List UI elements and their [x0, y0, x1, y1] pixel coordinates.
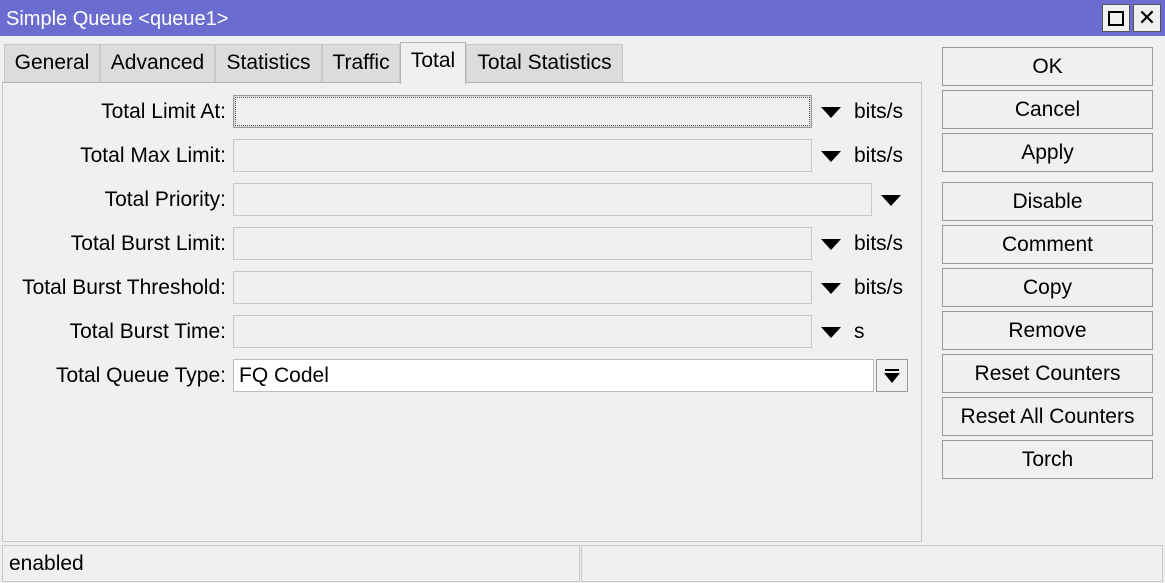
burst-limit-unit: bits/s [854, 232, 904, 255]
max-limit-unit: bits/s [854, 144, 904, 167]
copy-button[interactable]: Copy [942, 268, 1153, 307]
burst-time-input[interactable] [233, 315, 812, 348]
burst-limit-input[interactable] [233, 227, 812, 260]
remove-button[interactable]: Remove [942, 311, 1153, 350]
tab-total[interactable]: Total [400, 42, 466, 84]
tab-total-statistics[interactable]: Total Statistics [466, 44, 623, 82]
reset-counters-button[interactable]: Reset Counters [942, 354, 1153, 393]
limit-at-label: Total Limit At: [101, 100, 226, 123]
apply-button[interactable]: Apply [942, 133, 1153, 172]
disable-button[interactable]: Disable [942, 182, 1153, 221]
burst-time-label: Total Burst Time: [69, 320, 226, 343]
priority-input[interactable] [233, 183, 872, 216]
priority-dropdown-icon[interactable] [881, 195, 901, 206]
limit-at-dropdown-icon[interactable] [821, 107, 841, 118]
burst-limit-dropdown-icon[interactable] [821, 239, 841, 250]
status-state: enabled [2, 545, 580, 582]
comment-button[interactable]: Comment [942, 225, 1153, 264]
tab-traffic[interactable]: Traffic [322, 44, 400, 82]
burst-threshold-input[interactable] [233, 271, 812, 304]
queue-type-label: Total Queue Type: [55, 364, 226, 387]
cancel-button[interactable]: Cancel [942, 90, 1153, 129]
max-limit-input[interactable] [233, 139, 812, 172]
queue-type-select-button[interactable] [876, 359, 908, 392]
status-extra [581, 545, 1163, 582]
burst-threshold-unit: bits/s [854, 276, 904, 299]
burst-threshold-label: Total Burst Threshold: [22, 276, 226, 299]
burst-threshold-dropdown-icon[interactable] [821, 283, 841, 294]
reset-all-counters-button[interactable]: Reset All Counters [942, 397, 1153, 436]
window-title: Simple Queue <queue1> [6, 8, 229, 30]
burst-limit-label: Total Burst Limit: [70, 232, 226, 255]
chevron-down-icon [884, 372, 900, 383]
max-limit-dropdown-icon[interactable] [821, 151, 841, 162]
priority-label: Total Priority: [104, 188, 226, 211]
ok-button[interactable]: OK [942, 47, 1153, 86]
limit-at-unit: bits/s [854, 100, 904, 123]
limit-at-input[interactable] [233, 95, 812, 128]
maximize-button[interactable] [1102, 4, 1130, 32]
close-button[interactable]: ✕ [1133, 4, 1161, 32]
window-titlebar: Simple Queue <queue1> ✕ [0, 0, 1165, 36]
status-bar: enabled [0, 544, 1165, 583]
burst-time-unit: s [854, 320, 865, 343]
tab-general[interactable]: General [4, 44, 100, 82]
queue-type-select[interactable]: FQ Codel [233, 359, 874, 392]
close-icon: ✕ [1137, 5, 1157, 30]
tab-statistics[interactable]: Statistics [215, 44, 322, 82]
maximize-icon [1108, 10, 1124, 26]
tab-advanced[interactable]: Advanced [100, 44, 215, 82]
torch-button[interactable]: Torch [942, 440, 1153, 479]
burst-time-dropdown-icon[interactable] [821, 327, 841, 338]
max-limit-label: Total Max Limit: [80, 144, 226, 167]
select-bar-icon [885, 368, 899, 371]
